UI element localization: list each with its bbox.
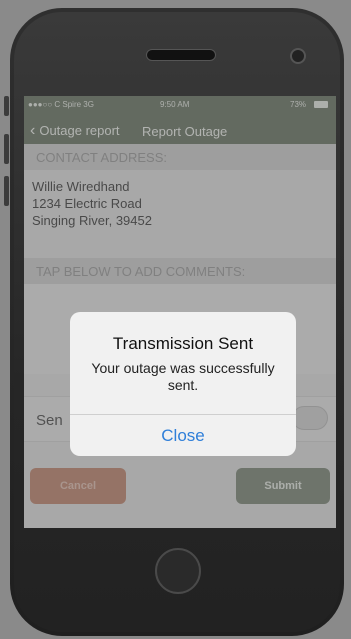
alert-message: Your outage was successfully sent. [91,360,275,393]
volume-up-button [4,134,9,164]
volume-down-button [4,176,9,206]
earpiece-speaker [146,49,216,61]
alert-title: Transmission Sent [112,334,254,353]
close-button[interactable]: Close [70,415,296,456]
mute-switch [4,96,9,116]
home-button[interactable] [155,548,201,594]
front-camera [290,48,306,64]
alert-dialog: Transmission Sent Your outage was succes… [70,312,296,456]
app-screen: ●●●○○ C Spire 3G 9:50 AM 73% ‹ Outage re… [24,96,336,528]
